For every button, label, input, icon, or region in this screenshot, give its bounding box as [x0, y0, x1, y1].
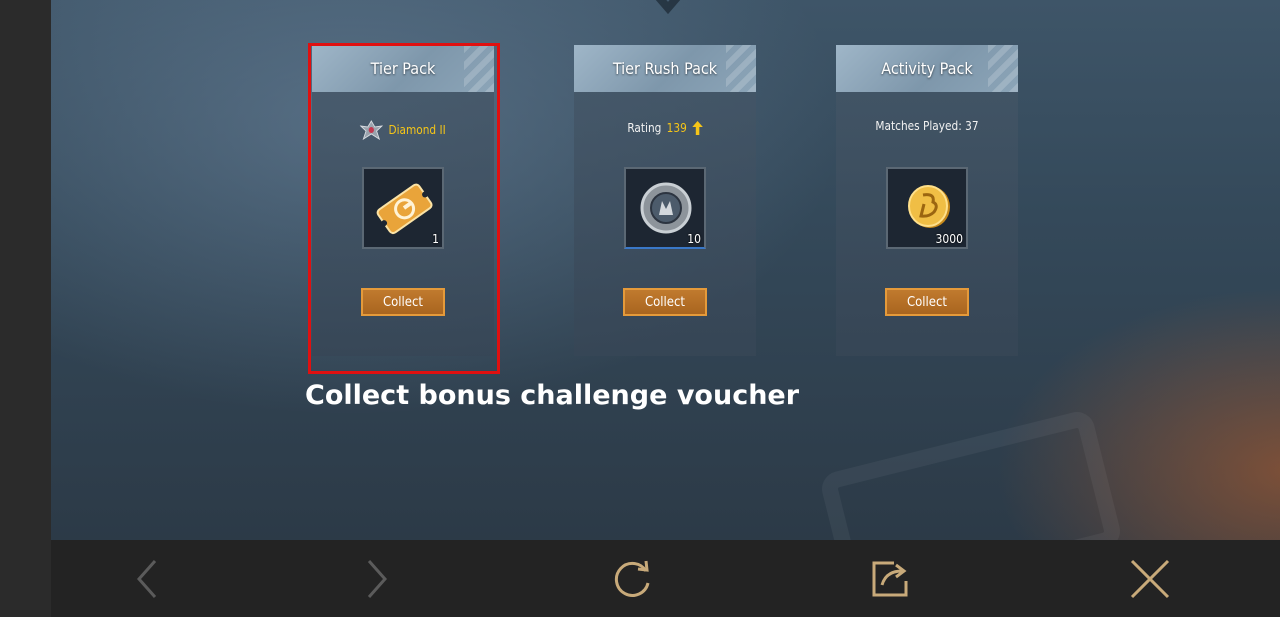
reward-slot[interactable]: 10 — [624, 167, 706, 249]
back-button[interactable] — [123, 554, 173, 604]
matches-played-info: Matches Played: 37 — [847, 115, 1007, 137]
reward-slot[interactable]: 3000 — [886, 167, 968, 249]
share-button[interactable] — [865, 554, 915, 604]
watermark-logo — [818, 408, 1124, 540]
silver-crate-coupon-icon — [640, 182, 692, 234]
highlight-frame — [308, 43, 500, 374]
rating-info: Rating 139 — [585, 117, 745, 139]
reward-quantity: 3000 — [935, 232, 963, 246]
instruction-caption: Collect bonus challenge voucher — [305, 380, 800, 411]
collect-button[interactable]: Collect — [623, 288, 707, 316]
up-arrow-icon — [692, 121, 703, 135]
share-icon — [872, 561, 908, 597]
reward-quantity: 10 — [687, 232, 701, 246]
close-button[interactable] — [1125, 554, 1175, 604]
refresh-icon — [614, 560, 650, 597]
rating-value: 139 — [666, 121, 687, 135]
top-chevron-icon — [655, 0, 681, 15]
matches-played-label: Matches Played: 37 — [875, 119, 979, 133]
forward-button[interactable] — [351, 554, 401, 604]
left-edge-strip — [0, 0, 51, 617]
activity-pack-card: Activity Pack Matches Played: 37 3000 Co… — [836, 45, 1018, 356]
card-title: Activity Pack — [836, 45, 1018, 92]
back-icon — [136, 560, 157, 598]
browser-toolbar — [51, 540, 1280, 617]
bp-coin-icon — [908, 185, 950, 228]
forward-icon — [367, 560, 388, 598]
refresh-button[interactable] — [607, 554, 657, 604]
rating-label: Rating — [627, 121, 662, 135]
collect-button[interactable]: Collect — [885, 288, 969, 316]
close-icon — [1130, 559, 1170, 599]
card-title: Tier Rush Pack — [574, 45, 756, 92]
tier-rush-pack-card: Tier Rush Pack Rating 139 10 Collect — [574, 45, 756, 356]
